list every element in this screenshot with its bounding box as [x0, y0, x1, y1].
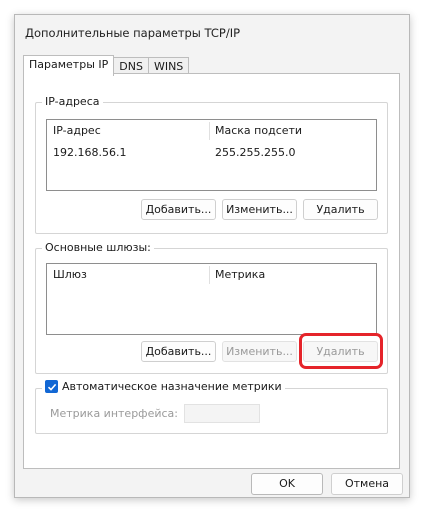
column-divider [209, 266, 210, 284]
auto-metric-checkbox[interactable] [45, 380, 58, 393]
column-header-metric[interactable]: Метрика [215, 268, 265, 281]
column-header-mask[interactable]: Маска подсети [215, 124, 302, 137]
gateway-add-button[interactable]: Добавить... [141, 341, 216, 362]
column-header-gateway[interactable]: Шлюз [53, 268, 87, 281]
tab-ip-settings[interactable]: Параметры IP [23, 55, 115, 76]
ip-add-button[interactable]: Добавить... [141, 199, 216, 220]
column-header-ip[interactable]: IP-адрес [53, 124, 101, 137]
ip-delete-button[interactable]: Удалить [303, 199, 378, 220]
window-title: Дополнительные параметры TCP/IP [25, 26, 241, 40]
ok-button[interactable]: OK [251, 473, 323, 495]
ip-address-list[interactable]: IP-адрес Маска подсети 192.168.56.1 255.… [46, 119, 377, 191]
gateway-delete-button[interactable]: Удалить [303, 341, 378, 362]
column-divider [209, 122, 210, 140]
subnet-mask-value: 255.255.255.0 [215, 146, 296, 159]
gateways-group: Основные шлюзы: Шлюз Метрика Добавить...… [35, 241, 388, 374]
ip-addresses-group: IP-адреса IP-адрес Маска подсети 192.168… [35, 95, 388, 234]
gateways-group-label: Основные шлюзы: [42, 241, 154, 254]
metric-group: Автоматическое назначение метрики Метрик… [35, 380, 388, 434]
ip-address-value: 192.168.56.1 [53, 146, 127, 159]
auto-metric-checkbox-row[interactable]: Автоматическое назначение метрики [42, 380, 285, 393]
tab-strip: Параметры IP DNS WINS [23, 55, 190, 76]
auto-metric-label: Автоматическое назначение метрики [62, 380, 282, 393]
cancel-button[interactable]: Отмена [331, 473, 403, 495]
ip-edit-button[interactable]: Изменить... [222, 199, 297, 220]
gateway-list[interactable]: Шлюз Метрика [46, 263, 377, 335]
checkmark-icon [47, 383, 56, 391]
interface-metric-label: Метрика интерфейса: [50, 407, 178, 420]
tab-panel-ip-settings: IP-адреса IP-адрес Маска подсети 192.168… [23, 73, 400, 469]
interface-metric-input[interactable] [184, 404, 260, 423]
ip-addresses-group-label: IP-адреса [42, 95, 103, 108]
tcpip-advanced-dialog: Дополнительные параметры TCP/IP Параметр… [14, 14, 410, 498]
gateway-edit-button[interactable]: Изменить... [222, 341, 297, 362]
